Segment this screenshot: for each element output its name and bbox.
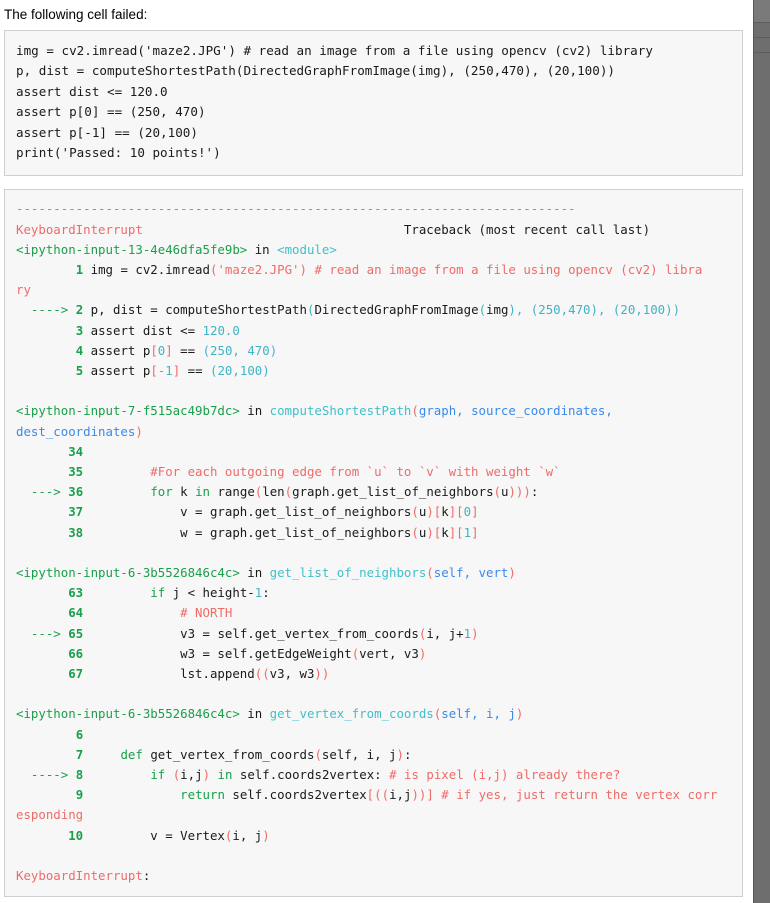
scrollbar-segment-1[interactable] bbox=[754, 23, 770, 38]
error-output-cell: ----------------------------------------… bbox=[4, 189, 743, 898]
traceback-text: ----------------------------------------… bbox=[16, 201, 718, 884]
notebook-content: The following cell failed: img = cv2.imr… bbox=[0, 0, 753, 903]
page-scrollbar[interactable] bbox=[753, 0, 770, 903]
scrollbar-segment-2[interactable] bbox=[754, 38, 770, 53]
scrollbar-thumb[interactable] bbox=[754, 0, 770, 23]
page-title: The following cell failed: bbox=[4, 7, 148, 22]
code-input-cell[interactable]: img = cv2.imread('maze2.JPG') # read an … bbox=[4, 29, 743, 177]
input-code-text: img = cv2.imread('maze2.JPG') # read an … bbox=[16, 42, 653, 160]
